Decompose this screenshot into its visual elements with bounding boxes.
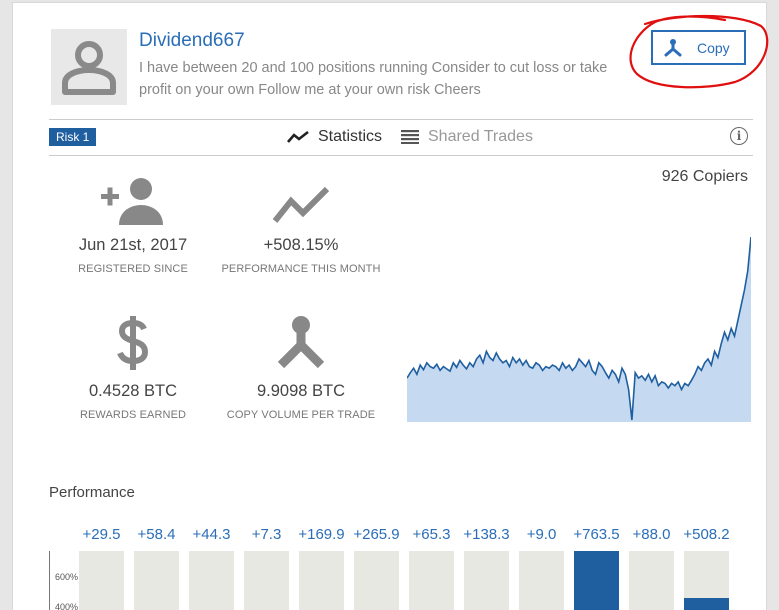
chart-area-fill [407, 237, 751, 422]
split-arrow-icon [664, 38, 682, 56]
performance-bar[interactable] [299, 551, 344, 610]
performance-bar[interactable] [684, 551, 729, 610]
performance-bar-fill [684, 597, 729, 610]
performance-bar[interactable] [134, 551, 179, 610]
list-icon [401, 130, 419, 144]
stat-registered: Jun 21st, 2017 REGISTERED SINCE [43, 169, 223, 275]
tab-statistics[interactable]: Statistics [287, 128, 382, 146]
bar-y-axis [49, 551, 50, 610]
copy-button-label: Copy [697, 39, 730, 56]
avatar [51, 29, 127, 105]
copy-button[interactable]: Copy [651, 30, 746, 65]
performance-bar[interactable] [189, 551, 234, 610]
performance-bar[interactable] [354, 551, 399, 610]
stat-label: REGISTERED SINCE [78, 263, 188, 275]
stat-value: +508.15% [263, 236, 339, 254]
split-arrow-icon [277, 316, 325, 369]
info-icon[interactable]: i [730, 127, 748, 145]
stat-value: 0.4528 BTC [88, 382, 178, 400]
tab-shared-trades-label: Shared Trades [428, 128, 533, 145]
stat-label: PERFORMANCE THIS MONTH [221, 263, 381, 275]
stat-rewards: 0.4528 BTC REWARDS EARNED [43, 315, 223, 421]
stat-performance-month: +508.15% PERFORMANCE THIS MONTH [211, 169, 391, 275]
copiers-count: 926 Copiers [661, 168, 748, 185]
trader-name[interactable]: Dividend667 [139, 30, 245, 52]
performance-bar-fill [574, 551, 619, 610]
dollar-icon [117, 316, 149, 370]
performance-bar[interactable] [244, 551, 289, 610]
divider [49, 155, 753, 156]
trend-icon [273, 186, 329, 223]
trader-card: Dividend667 I have between 20 and 100 po… [12, 2, 769, 610]
performance-title: Performance [49, 484, 135, 501]
stat-copy-volume: 9.9098 BTC COPY VOLUME PER TRADE [211, 315, 391, 421]
y-tick-label: 400% [55, 602, 79, 610]
add-person-icon [101, 178, 163, 225]
performance-value-label: +508.2 [683, 526, 730, 543]
stat-label: REWARDS EARNED [79, 409, 187, 421]
performance-bar[interactable] [519, 551, 564, 610]
performance-bar[interactable] [574, 551, 619, 610]
risk-badge: Risk 1 [49, 128, 97, 146]
person-icon [62, 41, 116, 95]
tab-shared-trades[interactable]: Shared Trades [401, 128, 533, 146]
performance-bar[interactable] [409, 551, 454, 610]
stat-label: COPY VOLUME PER TRADE [226, 409, 376, 421]
stat-value: 9.9098 BTC [256, 382, 346, 400]
stat-value: Jun 21st, 2017 [78, 236, 188, 254]
y-tick-label: 600% [55, 572, 79, 582]
divider [49, 119, 753, 120]
trader-description: I have between 20 and 100 positions runn… [139, 60, 608, 98]
trend-icon [287, 130, 309, 143]
performance-bar[interactable] [79, 551, 124, 610]
performance-bar[interactable] [464, 551, 509, 610]
performance-bar[interactable] [629, 551, 674, 610]
tab-statistics-label: Statistics [318, 128, 383, 145]
performance-area-chart [407, 236, 751, 422]
